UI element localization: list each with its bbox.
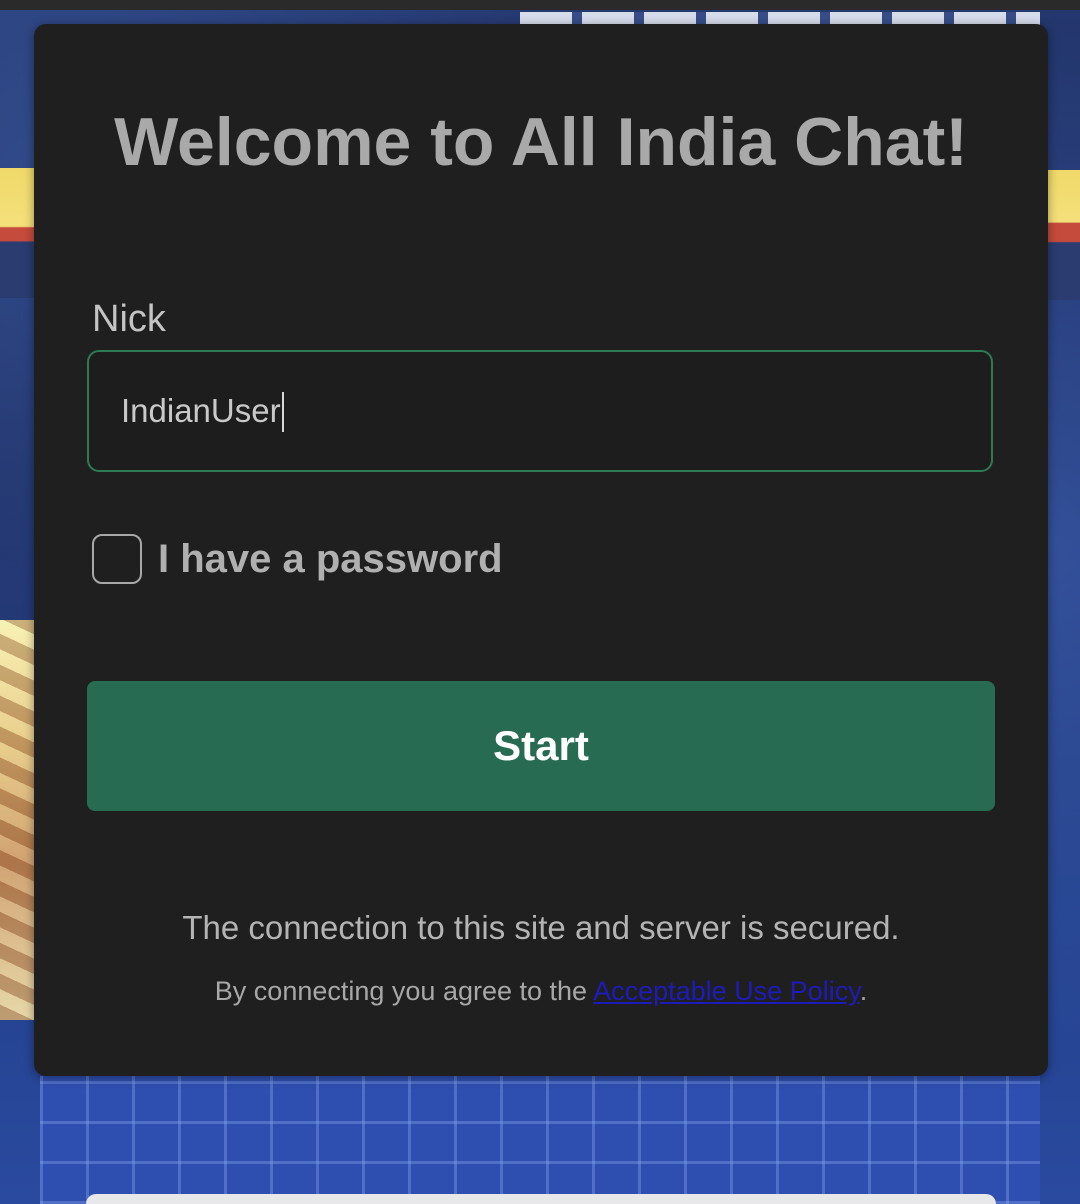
secure-notice: The connection to this site and server i…: [182, 909, 900, 946]
acceptable-use-policy-link[interactable]: Acceptable Use Policy: [593, 976, 860, 1006]
nick-label: Nick: [92, 298, 166, 340]
background-sign-left: [0, 168, 38, 298]
agreement-prefix: By connecting you agree to the: [214, 976, 594, 1006]
nick-input[interactable]: [87, 350, 993, 472]
password-checkbox-label[interactable]: I have a password: [158, 534, 503, 584]
login-card: Welcome to All India Chat! Nick I have a…: [34, 24, 1048, 1076]
password-checkbox[interactable]: [92, 534, 142, 584]
background-sign-right: [1046, 170, 1080, 300]
agreement-suffix: .: [859, 976, 868, 1006]
top-strip: [0, 0, 1080, 10]
page-title: Welcome to All India Chat!: [114, 104, 968, 180]
text-cursor: [282, 392, 284, 432]
start-button[interactable]: Start: [87, 681, 995, 811]
agreement-text: By connecting you agree to the Acceptabl…: [34, 974, 1048, 1008]
bottom-bar: [86, 1194, 996, 1204]
background-tiles: [40, 1076, 1040, 1204]
